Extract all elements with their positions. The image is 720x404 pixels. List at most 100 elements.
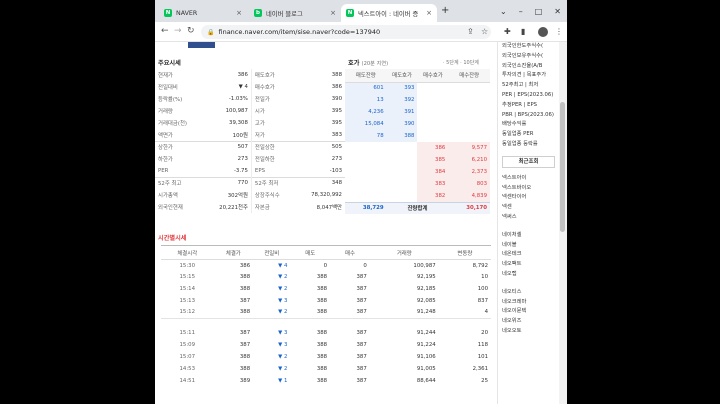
- sidebar-item[interactable]: 넥스트아이: [498, 174, 559, 184]
- tick-delta: 25: [481, 377, 488, 384]
- close-icon[interactable]: ×: [426, 9, 432, 17]
- bid-price[interactable]: 384: [417, 166, 449, 178]
- sidebar-item[interactable]: 추정PER | EPS: [498, 101, 559, 111]
- tick-change: ▼ 4: [278, 262, 288, 269]
- tick-delta: 8,792: [472, 262, 488, 269]
- extensions-icon[interactable]: ✚: [504, 27, 511, 36]
- sidebar-item[interactable]: 네오이뮨텍: [498, 307, 559, 317]
- ask-price[interactable]: 392: [386, 94, 418, 106]
- hoga-bid-row: 382 4,839: [345, 190, 490, 202]
- sidebar-item[interactable]: 네오크레마: [498, 298, 559, 308]
- recent-view-button[interactable]: 최근조회: [502, 155, 555, 168]
- stat-value: 505: [294, 140, 345, 153]
- star-icon[interactable]: ☆: [481, 27, 488, 36]
- reload-icon[interactable]: ↻: [187, 26, 195, 36]
- menu-icon[interactable]: ⋮: [555, 27, 563, 36]
- sidebar-item[interactable]: 네오랩: [498, 270, 559, 280]
- sidebar-item[interactable]: 배당수익률: [498, 120, 559, 130]
- stat-row: 하한가 273 전일하한 273: [155, 153, 345, 165]
- new-tab-button[interactable]: +: [441, 5, 449, 16]
- sidebar-item[interactable]: 네오팩트: [498, 260, 559, 270]
- row-divider: [161, 317, 491, 328]
- tick-change: ▼ 3: [278, 297, 288, 304]
- sidebar-item[interactable]: 외국인보유주식수(: [498, 52, 559, 62]
- ask-price[interactable]: 391: [386, 106, 418, 118]
- tick-time: 14:53: [179, 365, 196, 372]
- url-text: finance.naver.com/item/sise.naver?code=1…: [218, 28, 381, 36]
- tick-row: 15:09 387 ▼ 3 388 387 91,224 118: [161, 339, 491, 351]
- sidebar-item[interactable]: 외국인소진율(A/B: [498, 62, 559, 72]
- stat-row: PER -3.75 EPS -103: [155, 165, 345, 177]
- sidebar-item[interactable]: 외국인한도주식수(: [498, 42, 559, 52]
- scrollbar[interactable]: [559, 42, 567, 404]
- ask-price[interactable]: 388: [386, 130, 418, 142]
- stat-label: 거래대금(천): [158, 121, 188, 127]
- close-window-icon[interactable]: ✕: [554, 7, 561, 16]
- stat-value: -3.75: [233, 167, 248, 174]
- hoga-depth-options[interactable]: · 5단계 · 10단계: [443, 59, 479, 66]
- sidebar-item[interactable]: 네이처셀: [498, 231, 559, 241]
- address-bar[interactable]: 🔒 finance.naver.com/item/sise.naver?code…: [201, 25, 491, 39]
- tick-price: 388: [239, 274, 251, 281]
- sidebar-item[interactable]: 네이블: [498, 241, 559, 251]
- sidebar-icon[interactable]: ▮: [521, 27, 525, 36]
- sidebar-item[interactable]: 넥써스: [498, 213, 559, 223]
- hoga-ask-row: 78 388: [345, 130, 490, 142]
- sidebar-item[interactable]: 투자의견 | 목표주가: [498, 71, 559, 81]
- tick-row: 15:12 388 ▼ 2 388 387 91,248 4: [161, 307, 491, 319]
- bid-price[interactable]: 382: [417, 190, 449, 202]
- tick-volume: 92,085: [416, 297, 436, 304]
- tick-bid: 387: [356, 274, 367, 281]
- sidebar-item[interactable]: 네오티스: [498, 288, 559, 298]
- stat-label: 하한가: [158, 157, 173, 163]
- empty-cell: [417, 94, 448, 106]
- bid-price[interactable]: 385: [417, 154, 449, 166]
- section-title-hoga: 호가 (20분 지연): [348, 58, 388, 67]
- sidebar-item[interactable]: 52주최고 | 최저: [498, 81, 559, 91]
- tab-naver[interactable]: N NAVER ×: [159, 4, 247, 22]
- sidebar-stock-info: 외국인한도주식수(외국인보유주식수(외국인소진율(A/B 투자의견 | 목표주가 5…: [498, 42, 559, 150]
- tick-bid: 387: [356, 309, 367, 316]
- tick-time: 15:09: [179, 342, 196, 349]
- close-icon[interactable]: ×: [330, 9, 336, 17]
- close-icon[interactable]: ×: [236, 9, 242, 17]
- sidebar-item[interactable]: 동일업종 PER: [498, 130, 559, 140]
- stat-label: 자본금: [250, 201, 295, 213]
- bid-price[interactable]: 386: [417, 142, 449, 154]
- tick-header: 변동량: [438, 245, 491, 260]
- bid-price[interactable]: 383: [417, 178, 449, 190]
- stat-label: 52주 최고: [155, 176, 204, 189]
- tab-finance[interactable]: N 넥스트아이 : 네이버 증 ×: [341, 4, 437, 22]
- minimize-icon[interactable]: –: [519, 7, 523, 16]
- sidebar-item[interactable]: 넥스트바이오: [498, 184, 559, 194]
- tick-delta: 4: [484, 309, 488, 316]
- sidebar-item[interactable]: 네오위즈: [498, 317, 559, 327]
- tab-blog[interactable]: b 네이버 블로그 ×: [249, 4, 341, 22]
- tick-change: ▼ 1: [278, 377, 288, 384]
- ask-volume: 78: [345, 130, 387, 142]
- chevron-down-icon[interactable]: ⌄: [500, 7, 507, 16]
- scrollbar-thumb[interactable]: [560, 102, 565, 232]
- tick-header: 거래량: [369, 245, 439, 260]
- tick-ask: 388: [316, 342, 328, 349]
- sidebar-item[interactable]: 넥센타이어: [498, 193, 559, 203]
- stat-label: PER: [158, 167, 169, 174]
- empty-cell: [387, 142, 418, 154]
- sidebar-item[interactable]: 네온테크: [498, 250, 559, 260]
- maximize-icon[interactable]: □: [535, 7, 543, 16]
- stat-value: 770: [203, 176, 252, 189]
- sidebar-item[interactable]: PBR | BPS(2023.06): [498, 111, 559, 121]
- sidebar-item[interactable]: 동일업종 등락률: [498, 140, 559, 150]
- ask-price[interactable]: 393: [386, 82, 418, 94]
- sidebar-item[interactable]: 네오오토: [498, 327, 559, 337]
- stat-value: 39,308: [229, 120, 248, 126]
- tick-ask: 388: [316, 353, 328, 360]
- share-icon[interactable]: ⇪: [467, 27, 474, 36]
- sidebar-item[interactable]: PER | EPS(2023.06): [498, 91, 559, 101]
- forward-icon[interactable]: →: [174, 26, 182, 36]
- tick-delta: 837: [477, 297, 488, 304]
- ask-price[interactable]: 390: [386, 118, 418, 130]
- avatar[interactable]: [538, 27, 548, 37]
- back-icon[interactable]: ←: [161, 26, 169, 36]
- sidebar-item[interactable]: 넥센: [498, 203, 559, 213]
